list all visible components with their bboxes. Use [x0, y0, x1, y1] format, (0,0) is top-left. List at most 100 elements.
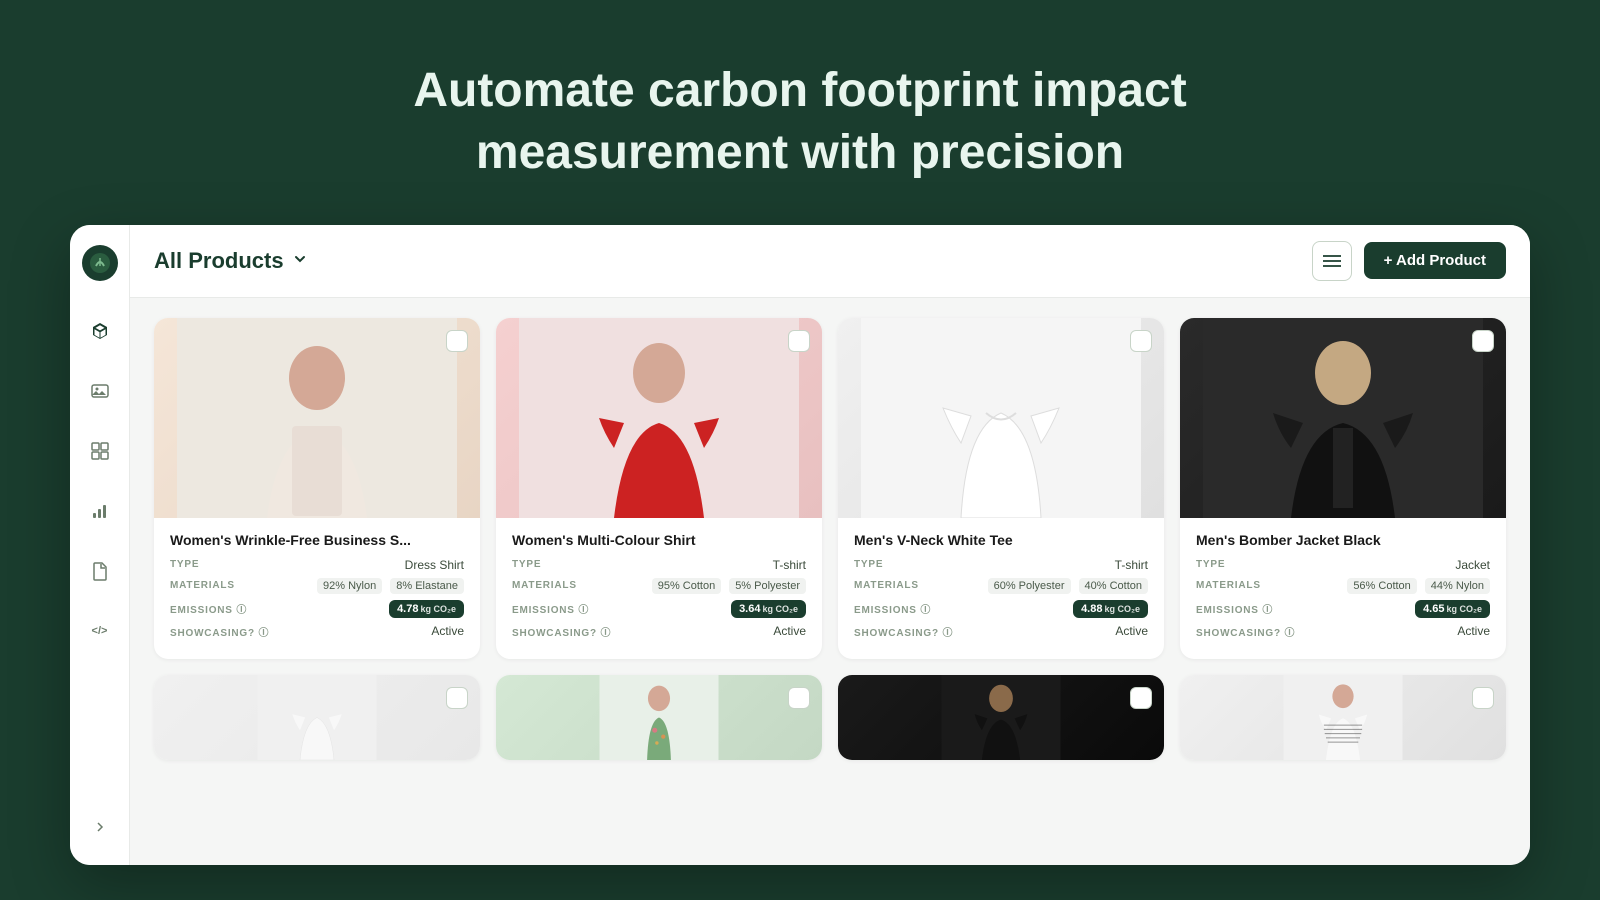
- type-row: TYPE Jacket: [1196, 558, 1490, 572]
- product-checkbox[interactable]: [788, 687, 810, 709]
- materials-label: MATERIALS: [854, 580, 919, 591]
- top-bar: All Products + Add Product: [130, 225, 1530, 298]
- type-label: TYPE: [512, 559, 541, 570]
- product-card: [838, 675, 1164, 760]
- product-card: [496, 675, 822, 760]
- emissions-unit: kg CO₂e: [1104, 604, 1140, 614]
- materials-row: MATERIALS 95% Cotton 5% Polyester: [512, 578, 806, 594]
- showcasing-row: SHOWCASING? ⓘ Active: [512, 624, 806, 639]
- products-grid: Women's Wrinkle-Free Business S... TYPE …: [130, 298, 1530, 865]
- showcasing-value: Active: [431, 624, 464, 638]
- material-tag: 95% Cotton: [652, 578, 721, 594]
- product-info: Men's Bomber Jacket Black TYPE Jacket MA…: [1180, 518, 1506, 659]
- emissions-row: EMISSIONS ⓘ 4.88 kg CO₂e: [854, 600, 1148, 618]
- emissions-info-icon[interactable]: ⓘ: [236, 605, 247, 616]
- product-checkbox[interactable]: [1130, 687, 1152, 709]
- emissions-badge: 4.65 kg CO₂e: [1415, 600, 1490, 618]
- product-checkbox[interactable]: [446, 330, 468, 352]
- sidebar-item-collapse[interactable]: [82, 809, 118, 845]
- logo[interactable]: [82, 245, 118, 281]
- emissions-unit: kg CO₂e: [420, 604, 456, 614]
- emissions-label: EMISSIONS ⓘ: [854, 601, 931, 616]
- emissions-unit: kg CO₂e: [1446, 604, 1482, 614]
- materials-group: 60% Polyester40% Cotton: [984, 578, 1148, 594]
- materials-label: MATERIALS: [170, 580, 235, 591]
- type-label: TYPE: [170, 559, 199, 570]
- type-label: TYPE: [1196, 559, 1225, 570]
- view-menu-button[interactable]: [1312, 241, 1352, 281]
- sidebar-item-images[interactable]: [82, 373, 118, 409]
- product-checkbox[interactable]: [446, 687, 468, 709]
- page-title: All Products: [154, 248, 284, 274]
- type-row: TYPE Dress Shirt: [170, 558, 464, 572]
- showcasing-label: SHOWCASING? ⓘ: [854, 624, 953, 639]
- showcasing-info-icon[interactable]: ⓘ: [943, 628, 954, 639]
- product-checkbox[interactable]: [1472, 330, 1494, 352]
- hero-title: Automate carbon footprint impact measure…: [20, 60, 1580, 185]
- top-bar-actions: + Add Product: [1312, 241, 1506, 281]
- type-value: T-shirt: [773, 558, 806, 572]
- material-tag: 5% Polyester: [729, 578, 806, 594]
- product-image: [154, 675, 480, 760]
- type-value: Dress Shirt: [405, 558, 464, 572]
- product-checkbox[interactable]: [1472, 687, 1494, 709]
- materials-row: MATERIALS 60% Polyester40% Cotton: [854, 578, 1148, 594]
- type-value: T-shirt: [1115, 558, 1148, 572]
- materials-group: 95% Cotton 5% Polyester: [648, 578, 806, 594]
- product-card: Women's Multi-Colour Shirt TYPE T-shirt …: [496, 318, 822, 659]
- add-product-button[interactable]: + Add Product: [1364, 242, 1506, 279]
- product-name: Women's Wrinkle-Free Business S...: [170, 532, 464, 548]
- emissions-label: EMISSIONS ⓘ: [512, 601, 589, 616]
- product-image: [838, 675, 1164, 760]
- showcasing-row: SHOWCASING? ⓘ Active: [170, 624, 464, 639]
- sidebar-item-analytics[interactable]: [82, 493, 118, 529]
- sidebar-item-gallery[interactable]: [82, 433, 118, 469]
- product-checkbox[interactable]: [1130, 330, 1152, 352]
- material-tag: 56% Cotton: [1347, 578, 1416, 594]
- product-info: Women's Wrinkle-Free Business S... TYPE …: [154, 518, 480, 659]
- emissions-info-icon[interactable]: ⓘ: [1262, 605, 1273, 616]
- emissions-info-icon[interactable]: ⓘ: [920, 605, 931, 616]
- emissions-row: EMISSIONS ⓘ 4.65 kg CO₂e: [1196, 600, 1490, 618]
- type-row: TYPE T-shirt: [854, 558, 1148, 572]
- sidebar-item-products[interactable]: [82, 313, 118, 349]
- product-image: [154, 318, 480, 518]
- showcasing-label: SHOWCASING? ⓘ: [170, 624, 269, 639]
- material-tag: 60% Polyester: [988, 578, 1071, 594]
- showcasing-row: SHOWCASING? ⓘ Active: [854, 624, 1148, 639]
- materials-row: MATERIALS 56% Cotton44% Nylon: [1196, 578, 1490, 594]
- showcasing-info-icon[interactable]: ⓘ: [1285, 628, 1296, 639]
- materials-row: MATERIALS 92% Nylon8% Elastane: [170, 578, 464, 594]
- emissions-row: EMISSIONS ⓘ 4.78 kg CO₂e: [170, 600, 464, 618]
- product-info: Women's Multi-Colour Shirt TYPE T-shirt …: [496, 518, 822, 659]
- product-card: [154, 675, 480, 760]
- material-tag: 92% Nylon: [317, 578, 382, 594]
- showcasing-info-icon[interactable]: ⓘ: [601, 628, 612, 639]
- type-row: TYPE T-shirt: [512, 558, 806, 572]
- materials-label: MATERIALS: [512, 580, 577, 591]
- hero-section: Automate carbon footprint impact measure…: [0, 0, 1600, 225]
- app-container: </> All Products: [70, 225, 1530, 865]
- type-value: Jacket: [1455, 558, 1490, 572]
- product-info: Men's V-Neck White Tee TYPE T-shirt MATE…: [838, 518, 1164, 659]
- showcasing-label: SHOWCASING? ⓘ: [1196, 624, 1295, 639]
- product-checkbox[interactable]: [788, 330, 810, 352]
- emissions-info-icon[interactable]: ⓘ: [578, 605, 589, 616]
- showcasing-value: Active: [1115, 624, 1148, 638]
- materials-group: 56% Cotton 44% Nylon: [1343, 578, 1490, 594]
- emissions-unit: kg CO₂e: [762, 604, 798, 614]
- emissions-badge: 4.78 kg CO₂e: [389, 600, 464, 618]
- chevron-down-icon[interactable]: [292, 251, 308, 270]
- product-name: Men's Bomber Jacket Black: [1196, 532, 1490, 548]
- product-card: Men's Bomber Jacket Black TYPE Jacket MA…: [1180, 318, 1506, 659]
- showcasing-value: Active: [773, 624, 806, 638]
- sidebar: </>: [70, 225, 130, 865]
- showcasing-info-icon[interactable]: ⓘ: [259, 628, 270, 639]
- product-card: [1180, 675, 1506, 760]
- emissions-label: EMISSIONS ⓘ: [170, 601, 247, 616]
- material-tag: 44% Nylon: [1425, 578, 1490, 594]
- main-content: All Products + Add Product: [130, 225, 1530, 865]
- sidebar-item-documents[interactable]: [82, 553, 118, 589]
- showcasing-value: Active: [1457, 624, 1490, 638]
- sidebar-item-developer[interactable]: </>: [82, 613, 118, 649]
